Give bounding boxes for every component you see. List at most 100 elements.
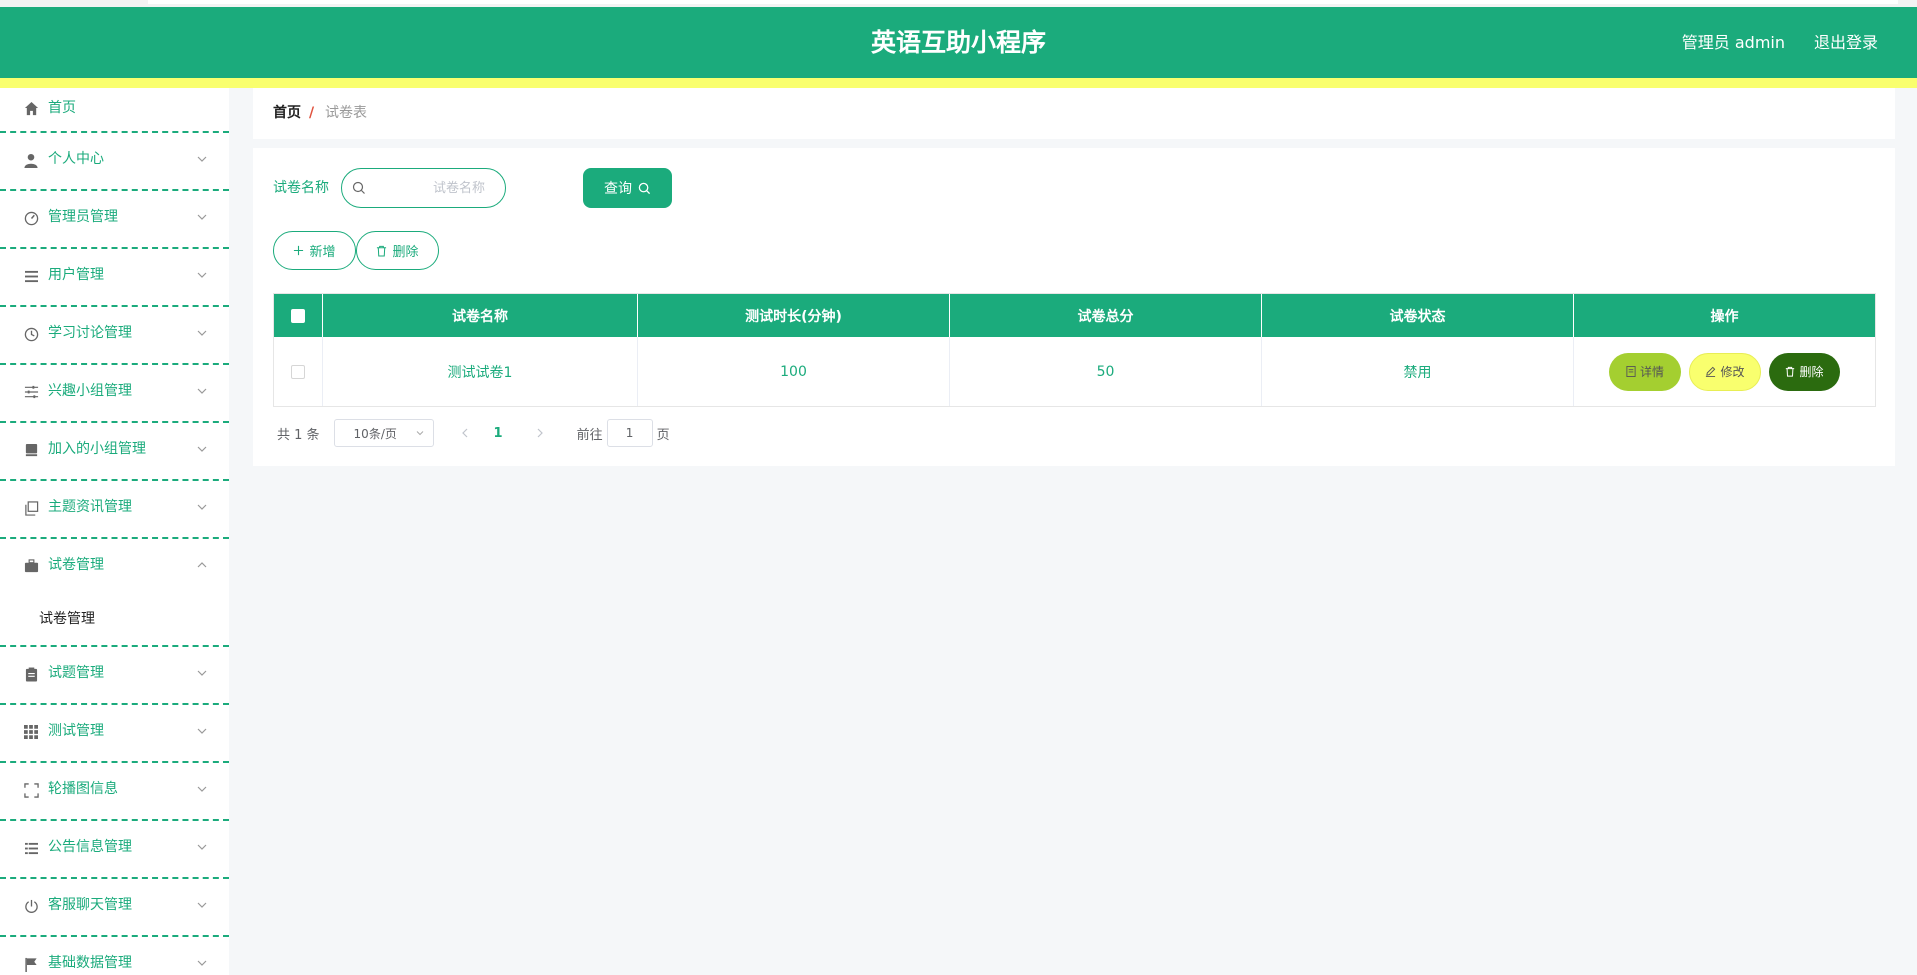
chevron-down-icon: [197, 786, 207, 792]
sidebar-item-label: 测试管理: [48, 723, 104, 739]
column-header: 测试时长(分钟): [638, 294, 950, 337]
sidebar-item-label: 试题管理: [48, 665, 104, 681]
table-header: 试卷名称 测试时长(分钟) 试卷总分 试卷状态 操作: [274, 294, 1875, 337]
detail-button[interactable]: 详情: [1609, 352, 1681, 391]
search-field[interactable]: [341, 168, 506, 208]
sidebar-subitem-label: 试卷管理: [39, 611, 95, 627]
sidebar-item-exam-papers[interactable]: 试卷管理: [0, 539, 229, 595]
sidebar-item-interest-groups[interactable]: 兴趣小组管理: [0, 365, 229, 423]
sidebar-item-label: 管理员管理: [48, 209, 118, 225]
sidebar-item-label: 主题资讯管理: [48, 499, 132, 515]
row-checkbox[interactable]: [291, 364, 305, 379]
list-icon: [23, 840, 39, 856]
sidebar-item-users[interactable]: 用户管理: [0, 249, 229, 307]
chevron-down-icon: [416, 431, 423, 436]
sidebar-item-questions[interactable]: 试题管理: [0, 647, 229, 705]
power-icon: [23, 898, 39, 914]
breadcrumb: 首页 / 试卷表: [253, 88, 1895, 139]
home-icon: [23, 100, 39, 116]
top-strip-inner: [148, 0, 1898, 4]
fullscreen-icon: [23, 782, 39, 798]
page-size-select[interactable]: 10条/页: [333, 419, 434, 447]
edit-button[interactable]: 修改: [1689, 352, 1761, 391]
sidebar-item-discussion[interactable]: 学习讨论管理: [0, 307, 229, 365]
chevron-left-icon[interactable]: [458, 426, 472, 440]
column-header: 试卷状态: [1262, 294, 1574, 337]
query-button-label: 查询: [604, 181, 632, 197]
clock-icon: [23, 326, 39, 342]
edit-button-label: 修改: [1720, 365, 1745, 379]
data-table: 试卷名称 测试时长(分钟) 试卷总分 试卷状态 操作 测试试卷1 100 50 …: [273, 293, 1876, 407]
sidebar: 首页 个人中心 管理员管理 用户管理 学习讨论管理 兴趣小组管理 加入的小组管理…: [0, 88, 229, 975]
select-all-checkbox[interactable]: [291, 308, 305, 323]
list-icon: [23, 268, 39, 284]
add-button[interactable]: 新增: [273, 231, 356, 270]
chevron-up-icon: [197, 562, 207, 568]
document-icon: [1626, 366, 1636, 377]
cell-status: 禁用: [1262, 337, 1574, 406]
sidebar-item-label: 试卷管理: [48, 557, 104, 573]
pagination-total: 共 1 条: [277, 427, 320, 443]
app-title: 英语互助小程序: [870, 28, 1046, 57]
goto-page-input[interactable]: [606, 419, 653, 447]
plus-icon: [294, 245, 304, 256]
chevron-down-icon: [197, 156, 207, 162]
breadcrumb-current: 试卷表: [325, 105, 367, 121]
pencil-icon: [1706, 366, 1716, 377]
chevron-down-icon: [197, 728, 207, 734]
chevron-down-icon: [197, 272, 207, 278]
table-row: 测试试卷1 100 50 禁用 详情 修改 删除: [274, 337, 1875, 406]
top-strip: [0, 0, 1917, 7]
sidebar-item-label: 兴趣小组管理: [48, 383, 132, 399]
chevron-down-icon: [197, 214, 207, 220]
page-number-current[interactable]: 1: [494, 426, 503, 441]
page-suffix-label: 页: [656, 427, 670, 443]
gauge-icon: [23, 210, 39, 226]
sidebar-item-topics[interactable]: 主题资讯管理: [0, 481, 229, 539]
sidebar-item-tests[interactable]: 测试管理: [0, 705, 229, 763]
row-delete-button[interactable]: 删除: [1769, 352, 1840, 391]
chevron-right-icon[interactable]: [533, 426, 547, 440]
sidebar-item-profile[interactable]: 个人中心: [0, 133, 229, 191]
add-button-label: 新增: [309, 245, 336, 260]
sidebar-item-label: 加入的小组管理: [48, 441, 146, 457]
sliders-icon: [23, 384, 39, 400]
breadcrumb-home[interactable]: 首页: [273, 88, 301, 139]
trash-icon: [377, 245, 387, 257]
logout-link[interactable]: 退出登录: [1814, 7, 1878, 78]
flag-icon: [23, 956, 39, 972]
sidebar-item-admins[interactable]: 管理员管理: [0, 191, 229, 249]
batch-delete-label: 删除: [392, 245, 419, 260]
grid-icon: [23, 724, 39, 740]
chevron-down-icon: [197, 446, 207, 452]
select-all-cell: [274, 294, 323, 337]
main-panel: 试卷名称 查询 新增 删除 试卷名称 测试时长(分钟) 试卷总分 试卷状态 操作…: [253, 148, 1895, 466]
app-header: 英语互助小程序 管理员 admin 退出登录: [0, 7, 1917, 78]
sidebar-item-carousel[interactable]: 轮播图信息: [0, 763, 229, 821]
column-header: 试卷名称: [323, 294, 638, 337]
sidebar-item-announcements[interactable]: 公告信息管理: [0, 821, 229, 879]
chevron-down-icon: [197, 844, 207, 850]
sidebar-item-joined-groups[interactable]: 加入的小组管理: [0, 423, 229, 481]
chevron-down-icon: [197, 902, 207, 908]
sidebar-item-base-data[interactable]: 基础数据管理: [0, 937, 229, 975]
search-label: 试卷名称: [273, 180, 329, 196]
sidebar-item-home[interactable]: 首页: [0, 88, 229, 133]
chevron-down-icon: [197, 388, 207, 394]
breadcrumb-separator: /: [309, 105, 315, 121]
sidebar-item-chat[interactable]: 客服聊天管理: [0, 879, 229, 937]
chevron-down-icon: [197, 960, 207, 966]
search-input[interactable]: [372, 169, 497, 207]
stack-icon: [23, 442, 39, 458]
sidebar-item-label: 客服聊天管理: [48, 897, 132, 913]
row-delete-label: 删除: [1799, 365, 1824, 379]
cell-paper-name: 测试试卷1: [323, 337, 638, 406]
batch-delete-button[interactable]: 删除: [356, 231, 439, 270]
sidebar-subitem-exam-papers[interactable]: 试卷管理: [0, 595, 229, 647]
sidebar-item-label: 个人中心: [48, 151, 104, 167]
trash-icon: [1786, 366, 1795, 377]
pagination: 共 1 条 10条/页 1 前往 页: [273, 418, 670, 448]
user-icon: [23, 152, 39, 168]
query-button[interactable]: 查询: [583, 168, 672, 208]
detail-button-label: 详情: [1639, 365, 1664, 379]
